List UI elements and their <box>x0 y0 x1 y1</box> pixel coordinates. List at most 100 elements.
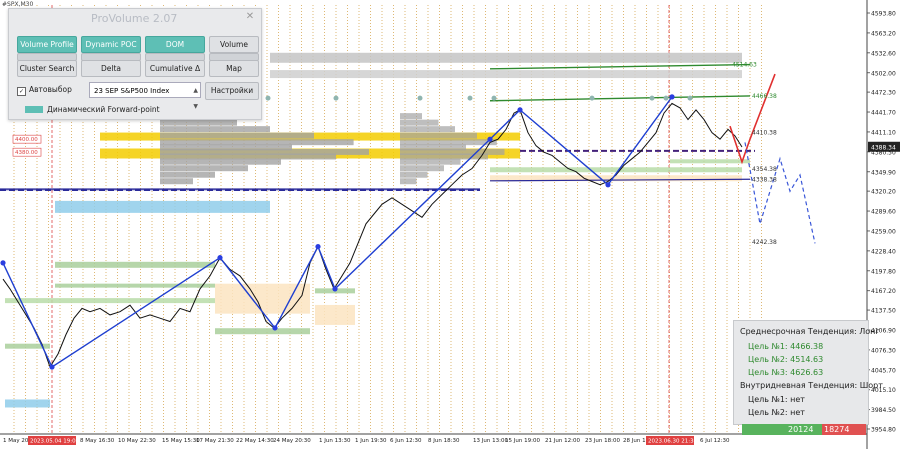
delta-button[interactable]: Delta <box>81 60 141 77</box>
volume-profile-bar <box>400 165 444 172</box>
volume-zone-band <box>55 200 270 213</box>
swing-point-marker <box>517 107 523 113</box>
level-label: 4466.38 <box>752 93 777 100</box>
chart-symbol: #SPX,M30 <box>2 1 34 8</box>
level-label: 4410.38 <box>752 129 777 136</box>
buy-volume-value: 20124 <box>788 425 814 434</box>
date-highlight-label: 2023.05.04 19:00 <box>30 439 80 445</box>
volume-profile-bar <box>400 126 455 133</box>
swing-point-marker <box>487 136 493 142</box>
price-tick-label: 4320.20 <box>871 189 896 196</box>
swing-point-marker <box>217 255 223 261</box>
volume-zone-band <box>490 167 742 173</box>
checkbox-check-icon: ✓ <box>17 87 26 96</box>
intra-target-1: Цель №1: нет <box>748 395 805 404</box>
spinner-arrows-icon: ▲ ▼ <box>193 87 198 110</box>
forward-point-swatch <box>25 106 43 113</box>
level-label: 4514.63 <box>732 62 757 69</box>
volume-profile-bar <box>400 178 417 185</box>
dom-button[interactable]: DOM <box>145 36 205 53</box>
date-tick-label: 21 Jun 12:00 <box>545 438 580 444</box>
date-tick-label: 1 Jun 19:30 <box>355 438 387 444</box>
date-tick-label: 15 May 15:30 <box>162 438 200 444</box>
close-icon[interactable]: ✕ <box>243 11 257 23</box>
session-marker-dot <box>467 95 473 101</box>
swing-point-marker <box>0 260 6 266</box>
volume-profile-bar <box>400 113 422 120</box>
volume-profile-bar <box>160 132 314 139</box>
current-price-label: 4388.34 <box>871 144 896 151</box>
sell-volume-value: 18274 <box>824 425 850 434</box>
intraday-trend-title: Внутридневная Тенденция: Шорт <box>740 381 883 390</box>
swing-point-marker <box>332 286 338 292</box>
volume-balance-bar: 20124 18274 <box>742 424 866 435</box>
session-marker-dot <box>265 95 271 101</box>
session-marker-dot <box>663 95 669 101</box>
swing-point-marker <box>315 243 321 250</box>
volume-zone-band <box>55 283 215 288</box>
price-tick-label: 4228.40 <box>871 248 896 255</box>
session-marker-dot <box>649 95 655 101</box>
price-tick-label: 3954.80 <box>871 427 896 434</box>
volume-zone-band <box>270 70 742 79</box>
forward-point-toggle[interactable]: Динамический Forward-point <box>25 105 160 114</box>
price-tick-label: 4532.60 <box>871 50 896 57</box>
price-tick-label: 4259.00 <box>871 228 896 235</box>
mid-target-1: Цель №1: 4466.38 <box>748 342 824 351</box>
session-marker-dot <box>589 95 595 101</box>
date-tick-label: 6 Jul 12:30 <box>700 438 730 444</box>
date-tick-label: 1 Jun 13:30 <box>319 438 351 444</box>
mid-term-trend-title: Среднесрочная Тенденция: Лонг <box>740 327 880 336</box>
forward-point-label: Динамический Forward-point <box>47 105 160 114</box>
auto-select-checkbox[interactable]: ✓ Автовыбор <box>17 85 72 96</box>
volume-button[interactable]: Volume <box>209 36 259 53</box>
panel-title: ProVolume 2.07 <box>91 12 178 25</box>
date-tick-label: 13 Jun 13:00 <box>473 438 508 444</box>
volume-profile-bar <box>160 139 354 146</box>
cumulative-delta-button[interactable]: Cumulative Δ <box>145 60 205 77</box>
mid-target-3: Цель №3: 4626.63 <box>748 368 824 377</box>
dynamic-poc-button[interactable]: Dynamic POC <box>81 36 141 53</box>
cluster-search-button[interactable]: Cluster Search <box>17 60 77 77</box>
provolume-panel: ProVolume 2.07 ✕ Volume Profile Dynamic … <box>8 8 262 120</box>
date-tick-label: 22 May 14:30 <box>236 438 274 444</box>
trend-info-box: Среднесрочная Тенденция: Лонг Цель №1: 4… <box>733 320 883 425</box>
swing-point-marker <box>669 94 675 100</box>
left-level-label: 4380.00 <box>15 150 38 156</box>
volume-profile-bar <box>160 178 193 185</box>
mid-target-2: Цель №2: 4514.63 <box>748 355 824 364</box>
date-tick-label: 17 May 21:30 <box>196 438 234 444</box>
volume-zone-band <box>5 298 215 304</box>
price-tick-label: 4349.90 <box>871 169 896 176</box>
swing-point-marker <box>605 182 611 188</box>
level-label: 4338.38 <box>752 176 777 183</box>
volume-profile-bar <box>400 139 497 146</box>
session-marker-dot <box>333 95 339 101</box>
auto-select-label: Автовыбор <box>29 85 72 94</box>
price-tick-label: 4137.50 <box>871 308 896 315</box>
volume-profile-bar <box>400 158 461 165</box>
instrument-select[interactable]: 23 SEP S&P500 Index ▲ ▼ <box>89 82 201 110</box>
settings-button[interactable]: Настройки <box>205 82 259 100</box>
volume-zone-band <box>270 52 742 63</box>
volume-profile-bar <box>160 119 237 126</box>
price-tick-label: 4197.80 <box>871 268 896 275</box>
volume-profile-bar <box>160 153 336 160</box>
date-tick-label: 24 May 20:30 <box>273 438 311 444</box>
price-tick-label: 4167.20 <box>871 288 896 295</box>
price-tick-label: 4563.20 <box>871 30 896 37</box>
swing-point-marker <box>272 325 278 331</box>
price-tick-label: 4472.30 <box>871 90 896 97</box>
volume-zone-band <box>670 159 750 164</box>
volume-zone-band <box>5 399 50 408</box>
volume-profile-button[interactable]: Volume Profile <box>17 36 77 53</box>
date-tick-label: 8 Jun 18:30 <box>428 438 460 444</box>
trading-chart-window: 4593.80 4563.20 4532.60 4502.00 4472.30 4441.… <box>0 0 900 449</box>
price-tick-label: 4289.60 <box>871 209 896 216</box>
map-button[interactable]: Map <box>209 60 259 77</box>
date-tick-label: 28 Jun 1 <box>623 438 646 444</box>
date-tick-label: 23 Jun 18:00 <box>585 438 620 444</box>
volume-profile-bar <box>400 171 428 178</box>
volume-profile-bar <box>400 119 439 126</box>
volume-profile-bar <box>160 171 215 178</box>
